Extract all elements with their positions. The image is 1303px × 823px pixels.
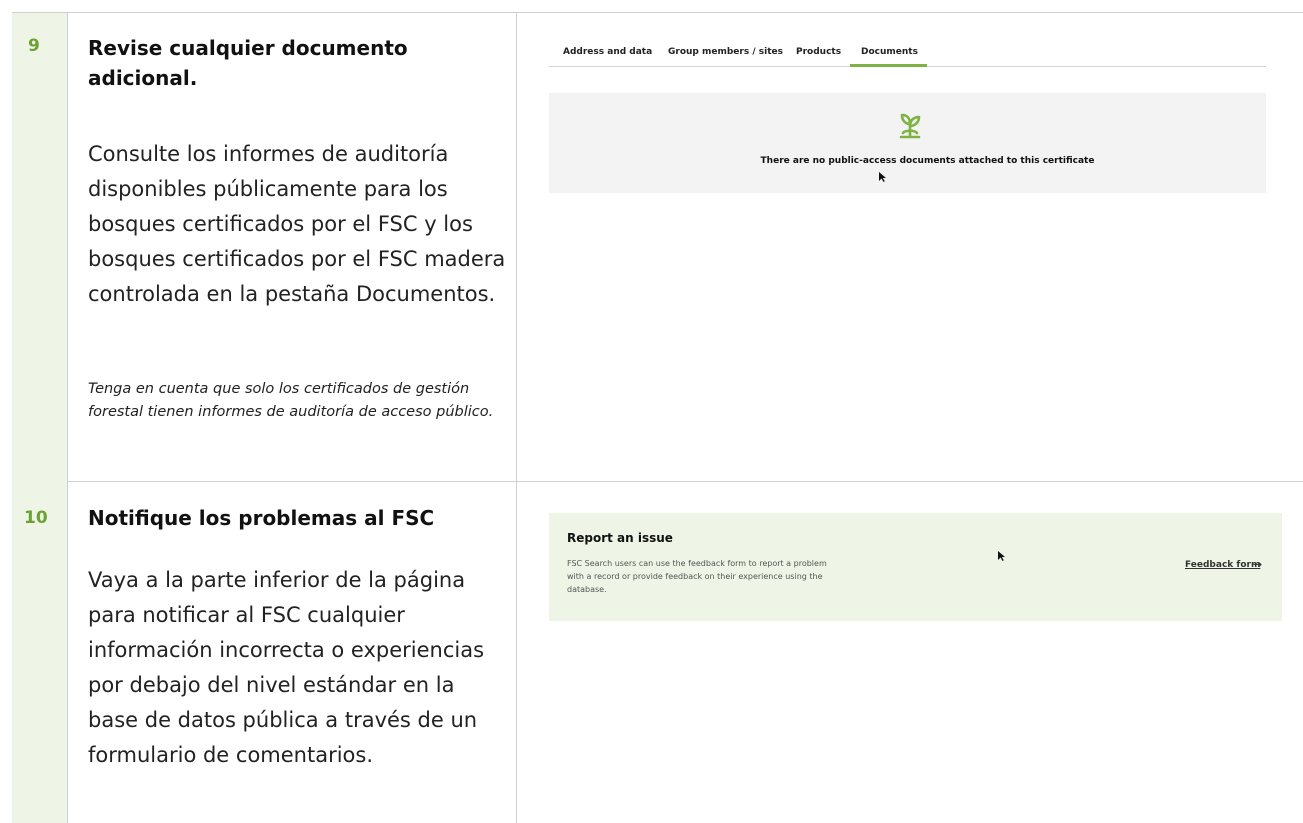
report-issue-description: FSC Search users can use the feedback fo…: [567, 559, 827, 594]
table-top-border: [12, 12, 1303, 13]
active-tab-indicator: [850, 64, 927, 67]
step-number: 9: [28, 36, 40, 56]
column-divider-middle: [516, 13, 517, 823]
row-divider: [12, 481, 1303, 482]
step-title: Revise cualquier documento adicional.: [88, 36, 408, 90]
mouse-cursor-icon: [998, 546, 1006, 561]
empty-documents-message: There are no public-access documents att…: [760, 156, 1095, 166]
report-issue-title: Report an issue: [567, 531, 673, 545]
step-description: Consulte los informes de auditoría dispo…: [88, 142, 506, 306]
tab-documents[interactable]: Documents: [861, 47, 918, 57]
tab-address-and-data[interactable]: Address and data: [563, 47, 652, 57]
step-description: Vaya a la parte inferior de la página pa…: [88, 568, 485, 767]
arrow-right-icon[interactable]: →: [1253, 558, 1262, 571]
plant-sprout-icon: [892, 106, 928, 142]
step-number-column: [12, 13, 67, 823]
step-title: Notifique los problemas al FSC: [88, 506, 435, 530]
tab-products[interactable]: Products: [796, 47, 841, 57]
step-note: Tenga en cuenta que solo los certificado…: [88, 381, 494, 420]
feedback-form-link[interactable]: Feedback form: [1185, 560, 1260, 570]
step-number: 10: [24, 508, 48, 528]
mouse-cursor-icon: [879, 167, 887, 182]
tab-group-members-sites[interactable]: Group members / sites: [668, 47, 783, 57]
column-divider-left: [67, 13, 68, 823]
certificate-tab-bar: Address and data Group members / sites P…: [549, 40, 1266, 67]
